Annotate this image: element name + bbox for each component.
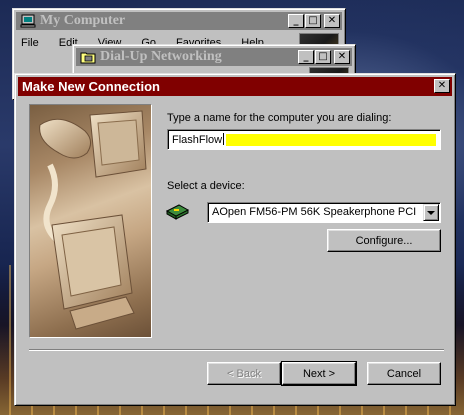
close-icon: ✕	[327, 15, 337, 26]
menu-file[interactable]: File	[17, 35, 43, 51]
my-computer-titlebar[interactable]: My Computer _ □ ✕	[16, 12, 342, 30]
dialog-titlebar[interactable]: Make New Connection ✕	[18, 77, 452, 96]
close-button[interactable]: ✕	[334, 50, 350, 64]
dialog-title: Make New Connection	[22, 79, 160, 94]
device-dropdown-button[interactable]	[423, 204, 439, 221]
computer-icon	[20, 14, 36, 28]
next-button[interactable]: Next >	[281, 361, 357, 386]
wizard-illustration	[29, 104, 152, 338]
back-button[interactable]: < Back	[207, 362, 281, 385]
device-label: Select a device:	[167, 180, 245, 192]
make-new-connection-dialog[interactable]: Make New Connection ✕ Type a name for th…	[14, 73, 456, 406]
maximize-icon: □	[308, 15, 318, 26]
dialog-close-button[interactable]: ✕	[434, 79, 450, 93]
close-icon: ✕	[437, 80, 447, 91]
button-separator	[29, 349, 444, 351]
close-icon: ✕	[337, 51, 347, 62]
dialup-title: Dial-Up Networking	[100, 49, 222, 64]
text-caret	[223, 133, 225, 145]
cancel-button[interactable]: Cancel	[367, 362, 441, 385]
maximize-icon: □	[318, 51, 328, 62]
connection-name-value: FlashFlow	[172, 134, 223, 146]
device-select-value: AOpen FM56-PM 56K Speakerphone PCI Mc	[212, 206, 420, 218]
minimize-icon: _	[293, 15, 299, 26]
minimize-button[interactable]: _	[288, 14, 304, 28]
dropdown-arrow-icon	[427, 210, 435, 215]
configure-button[interactable]: Configure...	[327, 229, 441, 252]
minimize-button[interactable]: _	[298, 50, 314, 64]
name-label: Type a name for the computer you are dia…	[167, 112, 392, 124]
maximize-button[interactable]: □	[305, 14, 321, 28]
minimize-icon: _	[303, 51, 309, 62]
my-computer-title: My Computer	[40, 13, 126, 28]
dialup-folder-icon	[80, 50, 96, 64]
dialup-titlebar[interactable]: Dial-Up Networking _ □ ✕	[76, 48, 352, 66]
yellow-highlight-mark	[226, 134, 436, 146]
close-button[interactable]: ✕	[324, 14, 340, 28]
modem-icon	[165, 202, 190, 220]
maximize-button[interactable]: □	[315, 50, 331, 64]
device-select[interactable]: AOpen FM56-PM 56K Speakerphone PCI Mc	[207, 202, 441, 223]
